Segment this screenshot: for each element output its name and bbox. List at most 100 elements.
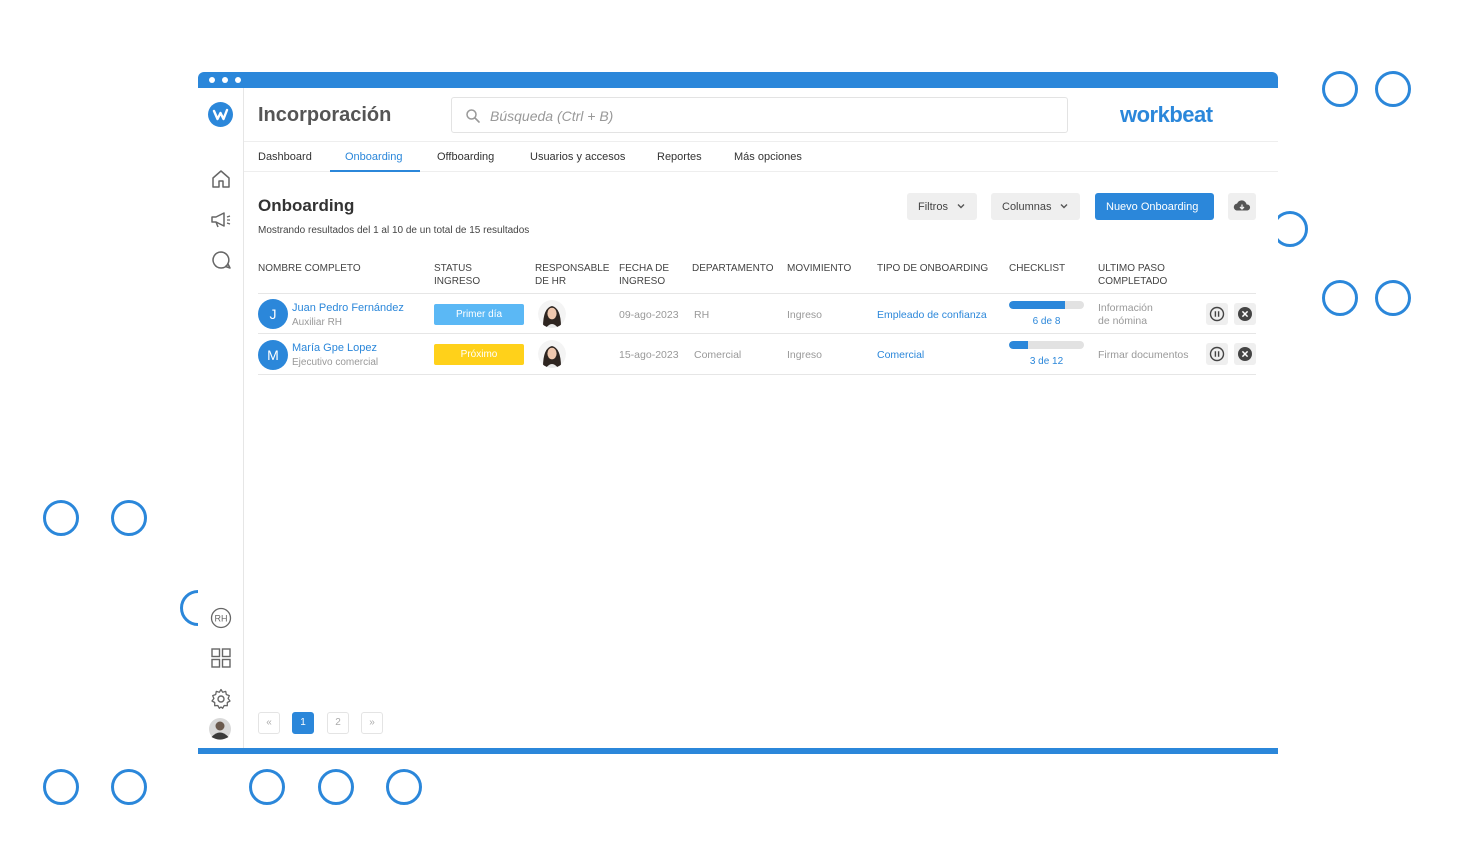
status-badge: Próximo	[434, 344, 524, 365]
pause-button[interactable]	[1206, 303, 1228, 325]
search-input[interactable]: Búsqueda (Ctrl + B)	[451, 97, 1068, 133]
page-title: Onboarding	[258, 196, 355, 215]
brand-logo: workbeat	[1120, 102, 1213, 127]
filters-label: Filtros	[918, 201, 948, 213]
decorative-circle	[43, 769, 79, 805]
gear-icon[interactable]	[209, 687, 233, 711]
start-date: 09-ago-2023	[619, 309, 679, 321]
checklist-progress-bar	[1009, 301, 1084, 309]
employee-role: Ejecutivo comercial	[292, 357, 379, 368]
column-header-nombre[interactable]: NOMBRE COMPLETO	[258, 262, 361, 275]
column-header-movimiento[interactable]: MOVIMIENTO	[787, 262, 851, 275]
workbeat-logo-icon[interactable]	[208, 102, 233, 127]
decorative-circle	[111, 500, 147, 536]
employee-name-link[interactable]: Juan Pedro Fernández	[292, 302, 404, 314]
hr-responsible-photo[interactable]	[538, 340, 566, 368]
pagination-page-2[interactable]: 2	[327, 712, 349, 734]
checklist-progress-label[interactable]: 3 de 12	[1009, 356, 1084, 367]
megaphone-icon[interactable]	[209, 208, 233, 232]
table-divider	[258, 374, 1256, 375]
pause-icon	[1209, 346, 1225, 362]
chat-icon[interactable]	[209, 248, 233, 272]
pagination-first-button[interactable]: «	[258, 712, 280, 734]
tab-reportes[interactable]: Reportes	[657, 151, 702, 163]
column-header-fecha[interactable]: FECHA DE INGRESO	[619, 262, 669, 288]
checklist-progress-label[interactable]: 6 de 8	[1009, 316, 1084, 327]
hr-responsible-photo[interactable]	[538, 300, 566, 328]
app-window: RH Incorporación Búsqueda (Ctrl + B) wor…	[198, 72, 1278, 754]
decorative-circle	[1322, 71, 1358, 107]
status-badge: Primer día	[434, 304, 524, 325]
column-header-ultimo-paso[interactable]: ULTIMO PASO COMPLETADO	[1098, 262, 1167, 288]
checklist-progress-fill	[1009, 301, 1066, 309]
tab-onboarding[interactable]: Onboarding	[345, 151, 403, 163]
svg-text:RH: RH	[215, 614, 228, 624]
decorative-circle	[386, 769, 422, 805]
new-onboarding-label: Nuevo Onboarding	[1106, 201, 1199, 213]
search-placeholder: Búsqueda (Ctrl + B)	[490, 108, 614, 124]
results-summary: Mostrando resultados del 1 al 10 de un t…	[258, 225, 530, 236]
rh-icon[interactable]: RH	[209, 606, 233, 630]
movement: Ingreso	[787, 309, 823, 321]
filters-button[interactable]: Filtros	[907, 193, 977, 220]
decorative-circle	[1375, 71, 1411, 107]
columns-label: Columnas	[1002, 201, 1052, 213]
sidebar: RH	[198, 88, 244, 748]
active-tab-indicator	[330, 170, 420, 172]
employee-avatar[interactable]: J	[258, 299, 288, 329]
cancel-button[interactable]	[1234, 303, 1256, 325]
decorative-circle	[1375, 280, 1411, 316]
table-divider	[258, 293, 1256, 294]
decorative-circle	[249, 769, 285, 805]
chevron-down-icon	[1060, 204, 1068, 209]
app-header: Incorporación Búsqueda (Ctrl + B) workbe…	[244, 88, 1278, 142]
pause-icon	[1209, 306, 1225, 322]
user-avatar[interactable]	[209, 718, 231, 740]
employee-role: Auxiliar RH	[292, 317, 343, 328]
window-dot	[222, 77, 228, 83]
last-step-completed: Información de nómina	[1098, 302, 1153, 327]
last-step-completed: Firmar documentos	[1098, 349, 1189, 361]
table-divider	[258, 333, 1256, 334]
tab-mas-opciones[interactable]: Más opciones	[734, 151, 802, 163]
app-title: Incorporación	[258, 104, 392, 126]
window-dot	[235, 77, 241, 83]
search-icon	[466, 109, 480, 123]
close-icon	[1238, 307, 1252, 321]
decorative-circle	[43, 500, 79, 536]
cloud-download-icon[interactable]	[1228, 193, 1256, 220]
employee-avatar[interactable]: M	[258, 340, 288, 370]
department: Comercial	[694, 349, 742, 361]
window-bottom-bar	[198, 748, 1278, 754]
start-date: 15-ago-2023	[619, 349, 679, 361]
checklist-progress-bar	[1009, 341, 1084, 349]
movement: Ingreso	[787, 349, 823, 361]
column-header-status[interactable]: STATUS INGRESO	[434, 262, 480, 288]
window-dot	[209, 77, 215, 83]
tab-offboarding[interactable]: Offboarding	[437, 151, 494, 163]
pause-button[interactable]	[1206, 343, 1228, 365]
new-onboarding-button[interactable]: Nuevo Onboarding	[1095, 193, 1214, 220]
column-header-tipo[interactable]: TIPO DE ONBOARDING	[877, 262, 988, 275]
column-header-checklist[interactable]: CHECKLIST	[1009, 262, 1065, 275]
columns-button[interactable]: Columnas	[991, 193, 1080, 220]
home-icon[interactable]	[209, 167, 233, 191]
onboarding-type-link[interactable]: Comercial	[877, 349, 924, 361]
onboarding-type-link[interactable]: Empleado de confianza	[877, 309, 987, 321]
checklist-progress-fill	[1009, 341, 1028, 349]
chevron-down-icon	[957, 204, 965, 209]
pagination-last-button[interactable]: »	[361, 712, 383, 734]
pagination-page-1[interactable]: 1	[292, 712, 314, 734]
employee-name-link[interactable]: María Gpe Lopez	[292, 342, 377, 354]
grid-icon[interactable]	[209, 646, 233, 670]
decorative-circle	[1322, 280, 1358, 316]
close-icon	[1238, 347, 1252, 361]
column-header-responsable[interactable]: RESPONSABLE DE HR	[535, 262, 609, 288]
department: RH	[694, 309, 710, 321]
decorative-circle	[111, 769, 147, 805]
cancel-button[interactable]	[1234, 343, 1256, 365]
column-header-departamento[interactable]: DEPARTAMENTO	[692, 262, 774, 275]
tab-usuarios-accesos[interactable]: Usuarios y accesos	[530, 151, 625, 163]
tab-dashboard[interactable]: Dashboard	[258, 151, 312, 163]
tab-bar: Dashboard Onboarding Offboarding Usuario…	[244, 142, 1278, 172]
